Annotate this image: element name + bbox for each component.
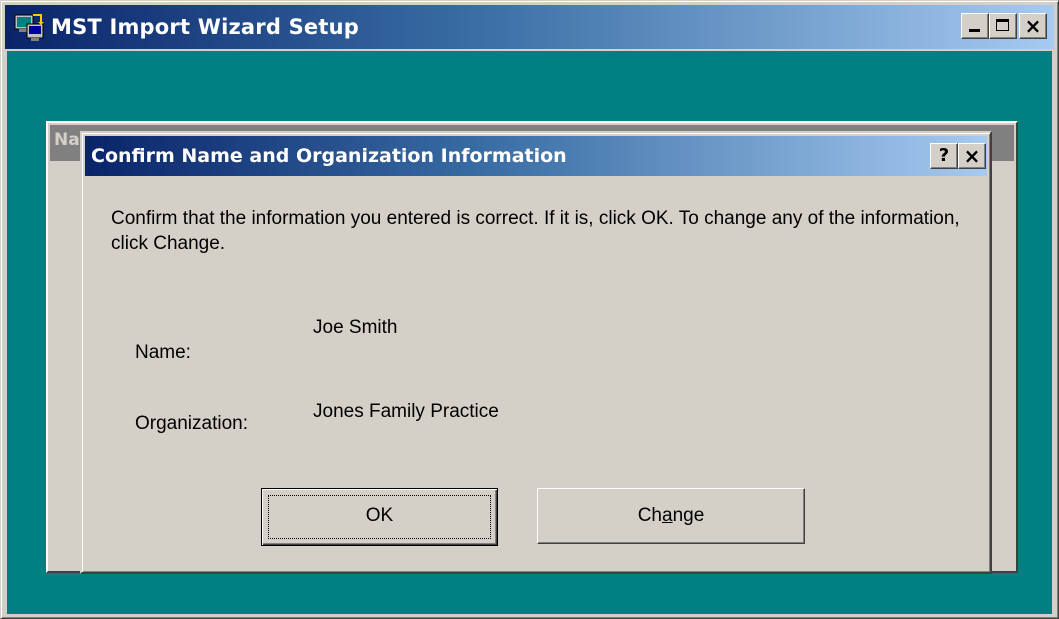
help-button[interactable]: ? xyxy=(930,143,958,169)
help-icon: ? xyxy=(938,145,950,166)
dialog-titlebar[interactable]: Confirm Name and Organization Informatio… xyxy=(85,136,987,176)
close-icon: × xyxy=(1024,14,1042,38)
organization-value: Jones Family Practice xyxy=(313,401,499,422)
window-titlebar[interactable]: MST Import Wizard Setup × xyxy=(5,5,1054,49)
change-button-label-end: nge xyxy=(672,505,705,526)
minimize-button[interactable] xyxy=(961,13,989,39)
change-button[interactable]: Change xyxy=(537,488,805,544)
confirm-message: Confirm that the information you entered… xyxy=(111,208,960,254)
name-label: Name: xyxy=(135,342,191,363)
ok-button-label: OK xyxy=(365,505,394,526)
change-button-mnemonic: a xyxy=(662,505,673,526)
background-dialog-title: Na xyxy=(54,130,80,150)
name-value: Joe Smith xyxy=(313,317,398,338)
setup-computer-icon xyxy=(14,14,44,41)
minimize-icon xyxy=(969,29,980,32)
ok-button[interactable]: OK xyxy=(261,488,498,546)
window-title: MST Import Wizard Setup xyxy=(51,15,359,39)
maximize-button[interactable] xyxy=(989,13,1017,39)
close-icon: × xyxy=(963,144,981,168)
dialog-close-button[interactable]: × xyxy=(958,143,986,169)
dialog-title: Confirm Name and Organization Informatio… xyxy=(91,145,567,167)
confirm-dialog: Confirm Name and Organization Informatio… xyxy=(80,131,992,574)
close-button[interactable]: × xyxy=(1019,13,1047,39)
maximize-icon xyxy=(996,19,1009,31)
change-button-label-start: Ch xyxy=(637,505,662,526)
organization-label: Organization: xyxy=(135,413,249,434)
